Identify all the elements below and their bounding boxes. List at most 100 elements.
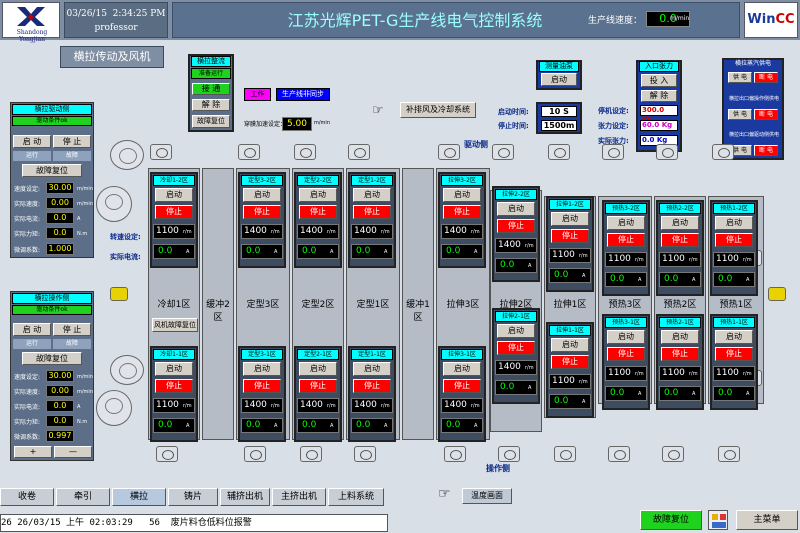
nav-tab[interactable]: 上料系统 bbox=[328, 488, 384, 506]
fan-stop-button[interactable]: 停止 bbox=[715, 233, 753, 247]
fan-unit-title: 定型3-1区 bbox=[241, 349, 283, 360]
blower-top-icon bbox=[438, 144, 460, 160]
fan-start-button[interactable]: 启动 bbox=[155, 362, 193, 376]
fan-start-button[interactable]: 启动 bbox=[243, 188, 281, 202]
fan-start-button[interactable]: 启动 bbox=[497, 324, 535, 338]
fan-start-button[interactable]: 启动 bbox=[715, 216, 753, 230]
fan-fault-reset-button[interactable]: 风机故障复位 bbox=[152, 318, 198, 332]
operate-side-row-value[interactable]: 30.00 bbox=[46, 370, 74, 382]
operate-side-reset-button[interactable]: 故障复位 bbox=[22, 352, 82, 365]
fan-stop-button[interactable]: 停止 bbox=[155, 205, 193, 219]
fan-stop-button[interactable]: 停止 bbox=[551, 229, 589, 243]
drive-side-reset-button[interactable]: 故障复位 bbox=[22, 164, 82, 177]
blower-bottom-icon bbox=[718, 446, 740, 462]
fan-start-button[interactable]: 启动 bbox=[299, 362, 337, 376]
drive-side-start-button[interactable]: 启 动 bbox=[13, 135, 51, 148]
fan-stop-button[interactable]: 停止 bbox=[607, 233, 645, 247]
tension-enable-button[interactable]: 投 入 bbox=[641, 74, 677, 87]
line-speed-unit: m/min bbox=[670, 15, 690, 22]
fan-start-button[interactable]: 启动 bbox=[551, 212, 589, 226]
fan-start-button[interactable]: 启动 bbox=[353, 188, 391, 202]
blower-top-icon bbox=[294, 144, 316, 160]
exhaust-cooling-button[interactable]: 补排风及冷却系统 bbox=[400, 102, 476, 118]
main-menu-button[interactable]: 主菜单 bbox=[736, 510, 798, 530]
tension-release-button[interactable]: 解 除 bbox=[641, 90, 677, 102]
blower-top-icon bbox=[656, 144, 678, 160]
fan-stop-button[interactable]: 停止 bbox=[661, 233, 699, 247]
mode-reset-button[interactable]: 故障复位 bbox=[192, 115, 230, 128]
fan-stop-button[interactable]: 停止 bbox=[353, 379, 391, 393]
drive-side-coef-value[interactable]: 1.000 bbox=[46, 243, 74, 255]
power-row2-off[interactable]: 断 电 bbox=[754, 109, 778, 120]
fan-stop-button[interactable]: 停止 bbox=[299, 379, 337, 393]
drive-side-stop-button[interactable]: 停 止 bbox=[53, 135, 91, 148]
fan-start-button[interactable]: 启动 bbox=[443, 362, 481, 376]
drive-side-row-value[interactable]: 30.00 bbox=[46, 182, 74, 194]
operate-side-start-button[interactable]: 启 动 bbox=[13, 323, 51, 336]
release-button[interactable]: 解 除 bbox=[192, 99, 230, 111]
through-speed-label: 穿膜加速设定： bbox=[244, 121, 287, 128]
fan-stop-button[interactable]: 停止 bbox=[551, 355, 589, 369]
fault-reset-button[interactable]: 故障复位 bbox=[640, 510, 702, 530]
fan-start-button[interactable]: 启动 bbox=[299, 188, 337, 202]
power-row1-off[interactable]: 断 电 bbox=[754, 72, 778, 83]
power-row3-off[interactable]: 断 电 bbox=[754, 145, 778, 156]
tension-set-value[interactable]: 60.0 Kg bbox=[640, 120, 678, 131]
fan-stop-button[interactable]: 停止 bbox=[443, 379, 481, 393]
fan-start-button[interactable]: 启动 bbox=[661, 330, 699, 344]
nav-tab[interactable]: 收卷 bbox=[0, 488, 54, 506]
fan-start-button[interactable]: 启动 bbox=[497, 202, 535, 216]
operate-side-row-value: 0.0 bbox=[46, 415, 74, 427]
tension-stop-value[interactable]: 300.0 Kg bbox=[640, 105, 678, 123]
line-sync-badge: 生产线非同步 bbox=[276, 88, 330, 101]
nav-tab[interactable]: 铸片 bbox=[168, 488, 218, 506]
fan-stop-button[interactable]: 停止 bbox=[715, 347, 753, 361]
fan-start-button[interactable]: 启动 bbox=[353, 362, 391, 376]
drive-side-row-unit: A bbox=[77, 216, 81, 222]
fan-start-button[interactable]: 启动 bbox=[155, 188, 193, 202]
fan-stop-button[interactable]: 停止 bbox=[353, 205, 391, 219]
fan-stop-button[interactable]: 停止 bbox=[243, 205, 281, 219]
fan-stop-button[interactable]: 停止 bbox=[243, 379, 281, 393]
fan-start-button[interactable]: 启动 bbox=[551, 338, 589, 352]
alarm-line[interactable]: 26 26/03/15 上午 02:03:29 56 废片料仓低料位报警 bbox=[0, 514, 388, 532]
fan-start-button[interactable]: 启动 bbox=[661, 216, 699, 230]
fan-stop-button[interactable]: 停止 bbox=[607, 347, 645, 361]
fan-start-button[interactable]: 启动 bbox=[443, 188, 481, 202]
fan-start-button[interactable]: 启动 bbox=[243, 362, 281, 376]
test-pump-start-button[interactable]: 启动 bbox=[541, 73, 577, 86]
nav-tab[interactable]: 主挤出机 bbox=[272, 488, 326, 506]
nav-tab[interactable]: 横拉 bbox=[112, 488, 166, 506]
stop-time-value[interactable]: 1500m bbox=[541, 120, 577, 131]
blower-bottom-icon bbox=[156, 446, 178, 462]
coef-plus-button[interactable]: + bbox=[14, 446, 52, 458]
fan-stop-button[interactable]: 停止 bbox=[299, 205, 337, 219]
fan-start-button[interactable]: 启动 bbox=[715, 330, 753, 344]
fan-start-button[interactable]: 启动 bbox=[607, 330, 645, 344]
nav-tab[interactable]: 辅挤出机 bbox=[220, 488, 270, 506]
nav-tab[interactable]: 牵引 bbox=[56, 488, 110, 506]
fan-stop-button[interactable]: 停止 bbox=[661, 347, 699, 361]
fan-stop-button[interactable]: 停止 bbox=[155, 379, 193, 393]
operate-side-coef-value[interactable]: 0.997 bbox=[46, 430, 74, 442]
power-row2-on[interactable]: 供 电 bbox=[728, 109, 752, 120]
start-time-value[interactable]: 10 S bbox=[541, 106, 577, 117]
fan-stop-button[interactable]: 停止 bbox=[497, 341, 535, 355]
operate-side-row-label: 实际电流: bbox=[14, 404, 41, 411]
power-row1-on[interactable]: 供 电 bbox=[728, 72, 752, 83]
fan-rpm-unit: r/m bbox=[579, 379, 588, 385]
coef-minus-button[interactable]: — bbox=[54, 446, 92, 458]
temperature-screen-button[interactable]: 温度画面 bbox=[462, 488, 512, 504]
operate-side-stop-button[interactable]: 停 止 bbox=[53, 323, 91, 336]
ready-button[interactable]: 接 通 bbox=[192, 83, 230, 95]
fan-start-button[interactable]: 启动 bbox=[607, 216, 645, 230]
fan-rpm-unit: r/m bbox=[689, 371, 698, 377]
drive-side-row-unit: m/min bbox=[77, 186, 93, 192]
through-speed-value[interactable]: 5.00 bbox=[282, 117, 312, 131]
mode-panel-title: 横拉整流 bbox=[191, 56, 231, 67]
power-row2-title: 横拉出口偏操作侧供电 bbox=[728, 96, 779, 102]
fan-stop-button[interactable]: 停止 bbox=[443, 205, 481, 219]
fan-stop-button[interactable]: 停止 bbox=[497, 219, 535, 233]
drive-coupling-icon bbox=[110, 287, 128, 301]
alarm-ack-icon[interactable] bbox=[708, 510, 728, 530]
